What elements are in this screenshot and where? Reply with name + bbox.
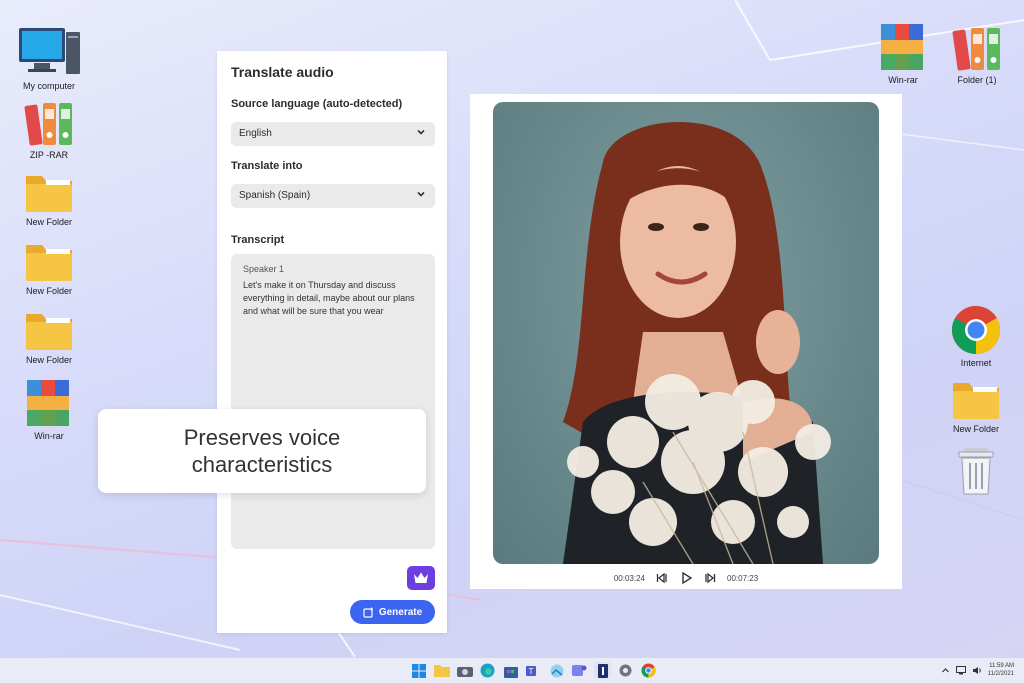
teams-chat-icon[interactable]: [571, 662, 588, 679]
recycle-bin-icon: [958, 448, 994, 495]
folder-icon: [26, 314, 72, 350]
feature-callout: Preserves voice characteristics: [98, 409, 426, 493]
transcript-text: Let's make it on Thursday and discuss ev…: [243, 280, 415, 316]
panel-title: Translate audio: [231, 64, 334, 80]
desktop-icon-label: Folder (1): [957, 75, 997, 85]
desktop-icon-new-folder-1[interactable]: New Folder: [14, 170, 84, 227]
desktop-icon-label: ZIP -RAR: [29, 150, 69, 160]
settings-gear-icon[interactable]: [617, 662, 634, 679]
playback-controls: 00:03:24 00:07:23: [470, 570, 902, 586]
desktop-icon-label: Win-rar: [888, 75, 918, 85]
teams-icon[interactable]: T: [525, 662, 542, 679]
video-player: 00:03:24 00:07:23: [470, 94, 902, 589]
desktop-icon-win-rar-left[interactable]: Win-rar: [14, 378, 84, 441]
speaker-label: Speaker 1: [243, 264, 285, 274]
clock[interactable]: 11:59 AM 11/2/2021: [988, 662, 1014, 678]
transcript-label: Transcript: [231, 234, 285, 246]
skip-back-icon[interactable]: [655, 572, 669, 584]
winrar-icon: [881, 24, 923, 70]
chrome-icon: [951, 306, 1001, 354]
edge-icon[interactable]: [479, 662, 496, 679]
network-icon[interactable]: [955, 665, 966, 675]
folder-icon: [26, 176, 72, 212]
folder-icon: [953, 383, 999, 419]
desktop-icon-folder-1[interactable]: Folder (1): [942, 26, 1012, 85]
generate-label: Generate: [378, 606, 423, 618]
desktop-icon-label: New Folder: [25, 355, 72, 365]
desktop-icon-zip-rar[interactable]: ZIP -RAR: [14, 101, 84, 160]
desktop-icon-label: Internet: [960, 358, 992, 368]
generate-button[interactable]: Generate: [350, 600, 435, 624]
translate-into-label: Translate into: [231, 160, 303, 172]
desktop-icon-label: Win-rar: [34, 431, 64, 441]
desktop-icon-new-folder-2[interactable]: New Folder: [14, 239, 84, 296]
computer-icon: [19, 28, 80, 74]
source-language-value: English: [239, 128, 272, 139]
photos-icon[interactable]: [548, 662, 565, 679]
desktop-icon-label: New Folder: [952, 424, 999, 434]
feature-callout-line-2: characteristics: [191, 452, 333, 477]
source-language-select[interactable]: English: [231, 122, 435, 146]
desktop-icon-recycle-bin[interactable]: [941, 446, 1011, 499]
clock-time: 11:59 AM: [989, 663, 1014, 669]
windows-start-icon[interactable]: [410, 662, 427, 679]
current-time: 00:03:24: [613, 573, 645, 583]
desktop-icon-label: My computer: [22, 81, 75, 91]
source-language-label: Source language (auto-detected): [231, 98, 403, 110]
chrome-taskbar-icon[interactable]: [640, 662, 657, 679]
target-language-select[interactable]: Spanish (Spain): [231, 184, 435, 208]
camera-icon[interactable]: [456, 662, 473, 679]
desktop-icon-win-rar-right[interactable]: Win-rar: [868, 22, 938, 85]
desktop-icon-internet[interactable]: Internet: [941, 305, 1011, 368]
taskbar: T 11:59 AM 11/2/2021: [0, 657, 1024, 683]
folder-icon: [26, 245, 72, 281]
binders-icon: [24, 103, 72, 146]
file-explorer-icon[interactable]: [433, 662, 450, 679]
desktop-icon-label: New Folder: [25, 286, 72, 296]
winrar-icon: [27, 380, 69, 426]
crown-icon: [414, 572, 428, 583]
skip-forward-icon[interactable]: [703, 572, 717, 584]
taskbar-apps: T: [410, 662, 657, 679]
clock-date: 11/2/2021: [987, 671, 1014, 677]
system-tray: 11:59 AM 11/2/2021: [941, 662, 1014, 678]
feature-callout-line-1: Preserves voice: [183, 425, 341, 450]
store-icon[interactable]: [502, 662, 519, 679]
svg-text:T: T: [529, 667, 534, 676]
total-time: 00:07:23: [727, 573, 759, 583]
transcript-box[interactable]: Speaker 1 Let's make it on Thursday and …: [231, 254, 435, 549]
volume-icon[interactable]: [972, 666, 982, 675]
desktop-icon-new-folder-right[interactable]: New Folder: [941, 377, 1011, 434]
video-frame[interactable]: [493, 102, 879, 564]
desktop-icon-my-computer[interactable]: My computer: [14, 26, 84, 91]
target-language-value: Spanish (Spain): [239, 190, 311, 201]
chevron-down-icon: [417, 129, 425, 135]
generate-icon: [363, 607, 373, 618]
video-thumbnail-woman-with-flowers: [563, 122, 831, 564]
translate-audio-panel: Translate audio Source language (auto-de…: [217, 51, 447, 633]
active-app-icon[interactable]: [594, 662, 611, 679]
binders-icon: [952, 28, 1000, 71]
play-icon[interactable]: [679, 571, 693, 585]
desktop-icon-new-folder-3[interactable]: New Folder: [14, 308, 84, 365]
desktop-icon-label: New Folder: [25, 217, 72, 227]
premium-button[interactable]: [407, 566, 435, 590]
chevron-down-icon: [417, 191, 425, 197]
chevron-up-icon[interactable]: [941, 666, 950, 675]
